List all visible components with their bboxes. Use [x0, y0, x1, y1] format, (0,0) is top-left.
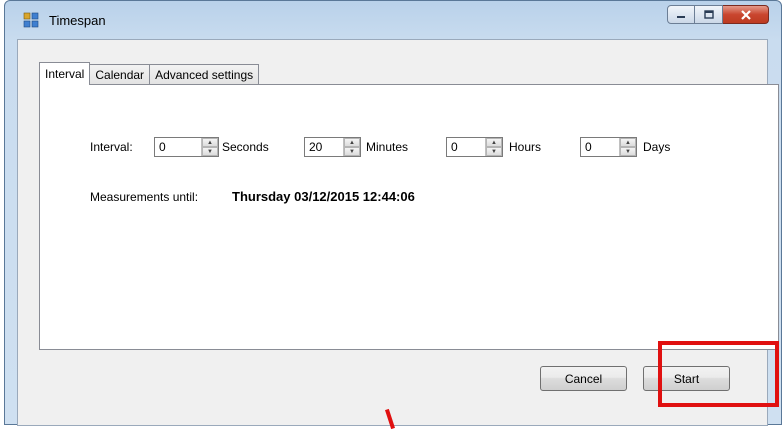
minutes-stepper[interactable]: 20 ▲ ▼: [304, 137, 361, 157]
seconds-unit-label: Seconds: [222, 140, 269, 154]
tab-advanced-settings[interactable]: Advanced settings: [149, 64, 260, 84]
close-icon: [740, 9, 751, 20]
minutes-unit-label: Minutes: [366, 140, 409, 154]
seconds-down-arrow-icon[interactable]: ▼: [202, 147, 218, 156]
tab-strip: Interval Calendar Advanced settings: [39, 62, 260, 85]
days-value[interactable]: 0: [581, 138, 619, 156]
tab-interval[interactable]: Interval: [39, 62, 91, 85]
days-spin-buttons: ▲ ▼: [619, 138, 636, 156]
seconds-stepper[interactable]: 0 ▲ ▼: [154, 137, 219, 157]
measurements-until-label: Measurements until:: [90, 190, 199, 204]
minimize-button[interactable]: [667, 5, 695, 24]
maximize-button[interactable]: [695, 5, 723, 24]
interval-label: Interval:: [90, 140, 133, 154]
seconds-up-arrow-icon[interactable]: ▲: [202, 138, 218, 147]
cancel-button[interactable]: Cancel: [540, 366, 627, 391]
minutes-spin-buttons: ▲ ▼: [343, 138, 360, 156]
hours-value[interactable]: 0: [447, 138, 485, 156]
caption-buttons: [667, 5, 769, 24]
close-button[interactable]: [723, 5, 769, 24]
minutes-up-arrow-icon[interactable]: ▲: [344, 138, 360, 147]
measurements-until-value: Thursday 03/12/2015 12:44:06: [232, 189, 415, 204]
hours-up-arrow-icon[interactable]: ▲: [486, 138, 502, 147]
days-unit-label: Days: [643, 140, 671, 154]
hours-unit-label: Hours: [509, 140, 542, 154]
hours-stepper[interactable]: 0 ▲ ▼: [446, 137, 503, 157]
days-stepper[interactable]: 0 ▲ ▼: [580, 137, 637, 157]
title-bar[interactable]: Timespan: [5, 1, 781, 39]
start-button-highlight-box: [658, 341, 779, 407]
client-area: Interval Calendar Advanced settings Inte…: [17, 39, 779, 426]
hours-down-arrow-icon[interactable]: ▼: [486, 147, 502, 156]
app-icon: [23, 12, 39, 28]
hours-spin-buttons: ▲ ▼: [485, 138, 502, 156]
window-title: Timespan: [49, 13, 106, 28]
tab-calendar[interactable]: Calendar: [89, 64, 151, 84]
seconds-spin-buttons: ▲ ▼: [201, 138, 218, 156]
cancel-button-label: Cancel: [564, 371, 603, 386]
days-up-arrow-icon[interactable]: ▲: [620, 138, 636, 147]
maximize-icon: [703, 10, 714, 19]
minutes-down-arrow-icon[interactable]: ▼: [344, 147, 360, 156]
minutes-value[interactable]: 20: [305, 138, 343, 156]
minimize-icon: [677, 15, 685, 18]
days-down-arrow-icon[interactable]: ▼: [620, 147, 636, 156]
interval-tab-panel: Interval: 0 ▲ ▼ Seconds 20 ▲ ▼ Minutes 0: [39, 84, 779, 350]
seconds-value[interactable]: 0: [155, 138, 201, 156]
